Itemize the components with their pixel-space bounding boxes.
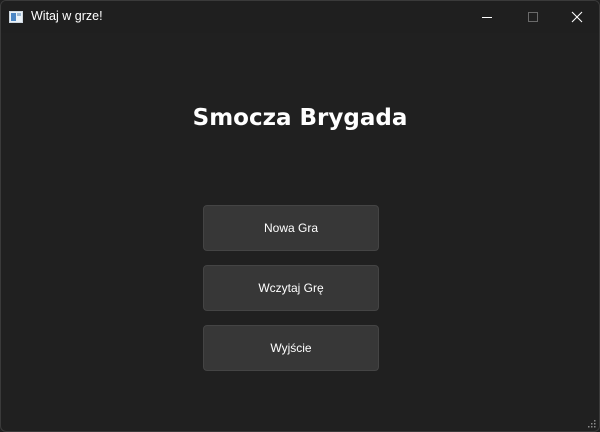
title-bar[interactable]: Witaj w grze! — [1, 1, 599, 33]
minimize-icon — [482, 17, 492, 18]
maximize-icon — [528, 12, 538, 22]
maximize-button[interactable] — [510, 1, 556, 33]
minimize-button[interactable] — [464, 1, 510, 33]
game-title: Smocza Brygada — [192, 105, 408, 131]
app-window-icon — [9, 11, 23, 23]
window-title: Witaj w grze! — [31, 9, 103, 23]
close-icon — [571, 11, 583, 23]
load-game-button[interactable]: Wczytaj Grę — [203, 265, 379, 311]
new-game-button[interactable]: Nowa Gra — [203, 205, 379, 251]
close-button[interactable] — [553, 1, 599, 33]
main-window: Witaj w grze! Smocza Brygada Nowa Gra Wc… — [0, 0, 600, 432]
resize-grip-icon[interactable] — [587, 419, 597, 429]
exit-button[interactable]: Wyjście — [203, 325, 379, 371]
